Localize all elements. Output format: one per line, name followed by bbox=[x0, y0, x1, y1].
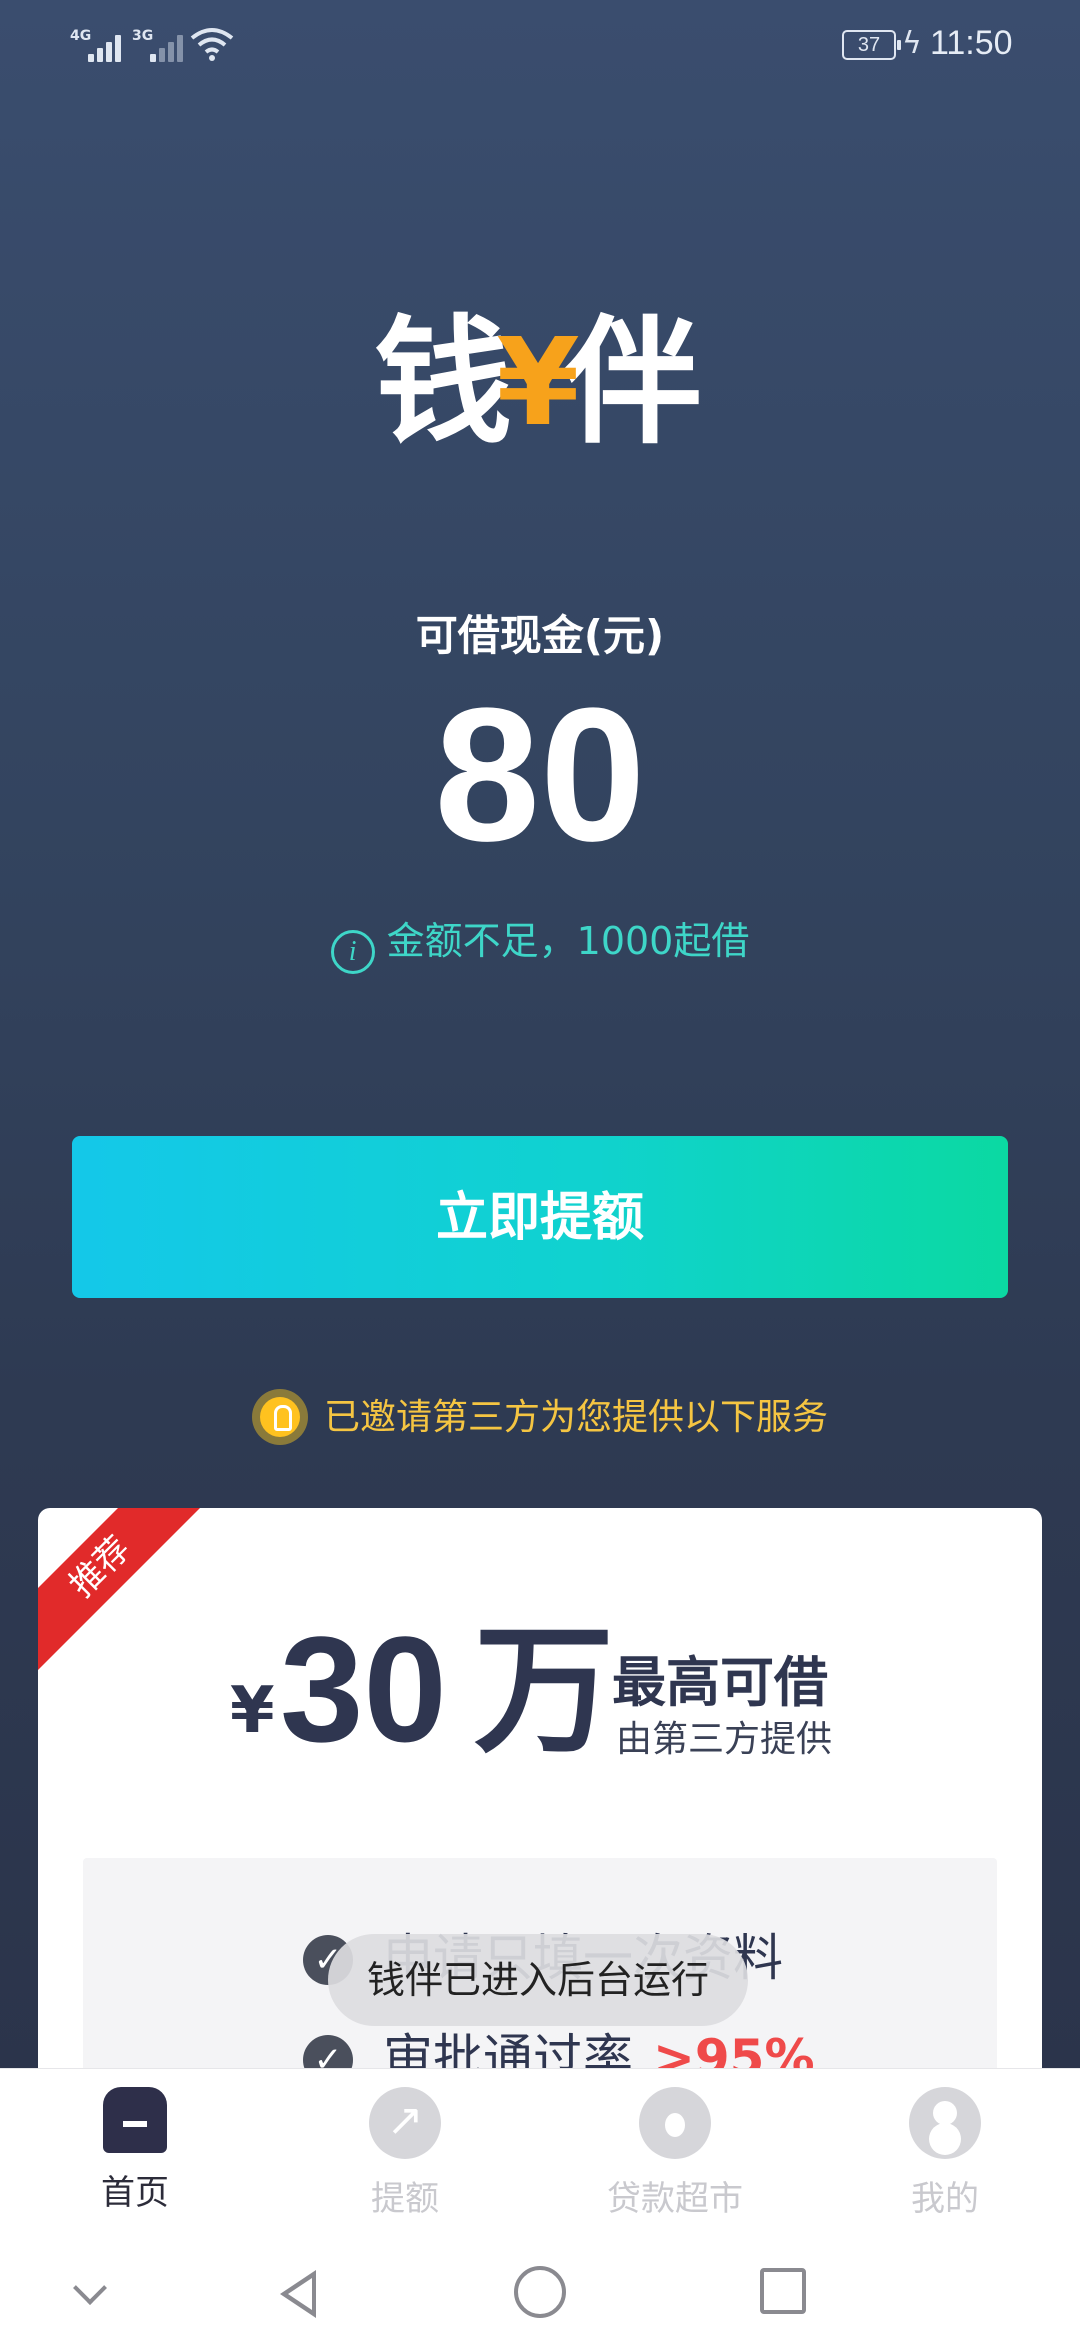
tab-raise-limit[interactable]: 提额 bbox=[305, 2087, 505, 2220]
home-icon bbox=[103, 2087, 167, 2153]
status-bar: 4G 3G 37 ϟ 11:50 bbox=[0, 0, 1080, 90]
charging-icon: ϟ bbox=[902, 26, 922, 61]
bottom-tab-bar: 首页 提额 贷款超市 我的 bbox=[0, 2068, 1080, 2249]
logo-text-part1: 钱 bbox=[374, 302, 517, 463]
notice-text: 金额不足，1000起借 bbox=[386, 919, 750, 963]
app-logo: 钱¥伴 bbox=[0, 270, 1080, 470]
app-screen: 4G 3G 37 ϟ 11:50 钱¥伴 可借现金(元) 80 i 金额不足，10… bbox=[0, 0, 1080, 2340]
chevron-down-icon[interactable] bbox=[60, 2266, 120, 2322]
tab-label: 提额 bbox=[371, 2179, 439, 2219]
raise-limit-button[interactable]: 立即提额 bbox=[72, 1136, 1008, 1298]
max-borrow-label: 最高可借 bbox=[612, 1651, 828, 1714]
tab-home[interactable]: 首页 bbox=[35, 2087, 235, 2214]
signal-bars-icon bbox=[150, 34, 190, 62]
cash-label: 可借现金(元) bbox=[415, 611, 665, 660]
max-amount-number: 30 bbox=[280, 1605, 447, 1773]
back-icon[interactable] bbox=[270, 2266, 330, 2322]
invite-text: 已邀请第三方为您提供以下服务 bbox=[323, 1397, 828, 1438]
max-amount-unit: 万 bbox=[474, 1610, 615, 1773]
money-bag-icon bbox=[639, 2087, 711, 2159]
recent-apps-icon[interactable] bbox=[756, 2266, 816, 2322]
tab-label: 我的 bbox=[911, 2179, 979, 2219]
trend-up-icon bbox=[369, 2087, 441, 2159]
system-navigation-bar bbox=[0, 2248, 1080, 2340]
logo-text-part2: 伴 bbox=[563, 302, 706, 463]
currency-symbol: ¥ bbox=[230, 1674, 275, 1748]
background-toast: 钱伴已进入后台运行 bbox=[328, 1934, 748, 2026]
signal-bars-icon bbox=[88, 34, 128, 62]
cash-amount: 80 bbox=[434, 669, 646, 881]
battery-icon: 37 bbox=[842, 30, 901, 60]
tab-label: 贷款超市 bbox=[607, 2179, 743, 2219]
user-icon bbox=[909, 2087, 981, 2159]
max-amount-row: ¥ 30 万 最高可借 由第三方提供 bbox=[38, 1610, 1042, 1778]
info-icon: i bbox=[330, 930, 375, 974]
logo-yen-icon: ¥ bbox=[496, 314, 584, 453]
tab-label: 首页 bbox=[101, 2173, 169, 2213]
lightbulb-icon bbox=[251, 1389, 308, 1445]
home-circle-icon[interactable] bbox=[510, 2266, 570, 2322]
wifi-icon bbox=[190, 28, 234, 61]
status-time: 11:50 bbox=[930, 24, 1013, 62]
insufficient-notice: i 金额不足，1000起借 bbox=[0, 910, 1080, 974]
invite-message: 已邀请第三方为您提供以下服务 bbox=[0, 1388, 1080, 1445]
tab-mine[interactable]: 我的 bbox=[845, 2087, 1045, 2220]
provider-label: 由第三方提供 bbox=[616, 1719, 833, 1760]
tab-loan-market[interactable]: 贷款超市 bbox=[575, 2087, 775, 2220]
